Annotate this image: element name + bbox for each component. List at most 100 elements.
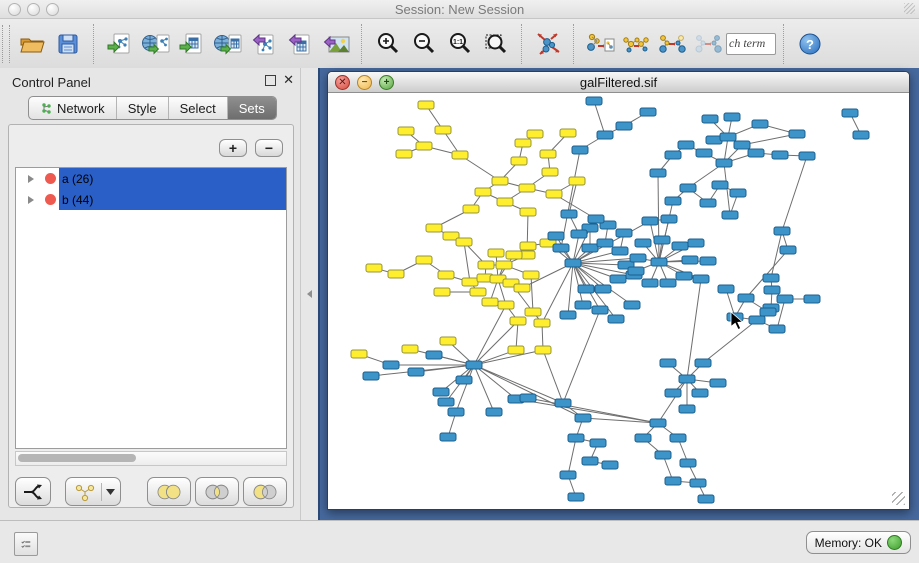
- network-node[interactable]: [520, 208, 536, 216]
- network-node[interactable]: [416, 256, 432, 264]
- tab-select[interactable]: Select: [169, 97, 228, 119]
- open-session-button[interactable]: [15, 24, 49, 64]
- network-node[interactable]: [630, 254, 646, 262]
- network-node[interactable]: [680, 459, 696, 467]
- network-node[interactable]: [534, 319, 550, 327]
- network-node[interactable]: [426, 224, 442, 232]
- save-session-button[interactable]: [51, 24, 85, 64]
- network-node[interactable]: [661, 215, 677, 223]
- network-window-maximize-icon[interactable]: +: [379, 75, 394, 90]
- network-window-close-icon[interactable]: ✕: [335, 75, 350, 90]
- network-node[interactable]: [772, 151, 788, 159]
- network-node[interactable]: [515, 139, 531, 147]
- network-node[interactable]: [695, 359, 711, 367]
- zoom-selected-button[interactable]: [479, 24, 513, 64]
- network-node[interactable]: [693, 275, 709, 283]
- float-panel-icon[interactable]: [265, 75, 276, 86]
- network-node[interactable]: [635, 239, 651, 247]
- import-network-url-button[interactable]: [139, 24, 173, 64]
- network-node[interactable]: [722, 211, 738, 219]
- network-node[interactable]: [660, 279, 676, 287]
- scrollbar-thumb[interactable]: [18, 454, 136, 462]
- network-node[interactable]: [540, 150, 556, 158]
- network-node[interactable]: [440, 433, 456, 441]
- network-node[interactable]: [702, 115, 718, 123]
- network-node[interactable]: [462, 278, 478, 286]
- network-node[interactable]: [520, 394, 536, 402]
- network-node[interactable]: [670, 434, 686, 442]
- network-node[interactable]: [712, 181, 728, 189]
- network-node[interactable]: [523, 271, 539, 279]
- network-node[interactable]: [799, 152, 815, 160]
- add-set-button[interactable]: +: [219, 139, 247, 157]
- network-node[interactable]: [542, 168, 558, 176]
- network-node[interactable]: [546, 190, 562, 198]
- network-node[interactable]: [700, 257, 716, 265]
- network-node[interactable]: [571, 230, 587, 238]
- network-node[interactable]: [592, 306, 608, 314]
- network-node[interactable]: [492, 177, 508, 185]
- network-node[interactable]: [470, 288, 486, 296]
- task-history-button[interactable]: [14, 532, 38, 556]
- network-node[interactable]: [482, 298, 498, 306]
- network-node[interactable]: [560, 471, 576, 479]
- network-node[interactable]: [456, 376, 472, 384]
- network-node[interactable]: [388, 270, 404, 278]
- network-node[interactable]: [688, 239, 704, 247]
- network-canvas[interactable]: [328, 93, 907, 507]
- network-node[interactable]: [679, 375, 695, 383]
- network-window[interactable]: ✕ − + galFiltered.sif: [327, 71, 910, 510]
- network-node[interactable]: [650, 419, 666, 427]
- network-node[interactable]: [651, 258, 667, 266]
- network-node[interactable]: [692, 389, 708, 397]
- network-node[interactable]: [351, 350, 367, 358]
- network-node[interactable]: [789, 130, 805, 138]
- network-node[interactable]: [700, 199, 716, 207]
- import-network-file-button[interactable]: [103, 24, 137, 64]
- network-node[interactable]: [496, 261, 512, 269]
- network-node[interactable]: [434, 288, 450, 296]
- network-node[interactable]: [418, 101, 434, 109]
- intersection-button[interactable]: [195, 477, 239, 506]
- network-window-titlebar[interactable]: ✕ − + galFiltered.sif: [328, 72, 909, 93]
- network-node[interactable]: [763, 274, 779, 282]
- network-node[interactable]: [610, 275, 626, 283]
- network-node[interactable]: [582, 244, 598, 252]
- network-node[interactable]: [488, 249, 504, 257]
- network-node[interactable]: [730, 189, 746, 197]
- network-node[interactable]: [612, 247, 628, 255]
- network-node[interactable]: [452, 151, 468, 159]
- expander-icon[interactable]: [28, 196, 34, 204]
- network-node[interactable]: [568, 434, 584, 442]
- network-node[interactable]: [578, 285, 594, 293]
- network-node[interactable]: [650, 169, 666, 177]
- network-node[interactable]: [665, 389, 681, 397]
- network-node[interactable]: [525, 308, 541, 316]
- network-node[interactable]: [672, 242, 688, 250]
- network-node[interactable]: [780, 246, 796, 254]
- network-node[interactable]: [665, 477, 681, 485]
- network-node[interactable]: [560, 129, 576, 137]
- network-node[interactable]: [738, 294, 754, 302]
- network-node[interactable]: [575, 301, 591, 309]
- network-node[interactable]: [448, 408, 464, 416]
- network-node[interactable]: [718, 285, 734, 293]
- network-node[interactable]: [665, 151, 681, 159]
- network-node[interactable]: [616, 122, 632, 130]
- network-node[interactable]: [635, 434, 651, 442]
- network-node[interactable]: [497, 198, 513, 206]
- network-node[interactable]: [734, 141, 750, 149]
- network-node[interactable]: [602, 461, 618, 469]
- network-node[interactable]: [769, 325, 785, 333]
- network-node[interactable]: [710, 379, 726, 387]
- remove-set-button[interactable]: −: [255, 139, 283, 157]
- network-node[interactable]: [752, 120, 768, 128]
- network-node[interactable]: [514, 284, 530, 292]
- network-node[interactable]: [561, 210, 577, 218]
- panel-splitter[interactable]: [300, 68, 319, 520]
- network-node[interactable]: [720, 133, 736, 141]
- network-node[interactable]: [749, 316, 765, 324]
- new-network-from-selection-button[interactable]: [583, 24, 617, 64]
- zoom-in-button[interactable]: [371, 24, 405, 64]
- network-node[interactable]: [582, 457, 598, 465]
